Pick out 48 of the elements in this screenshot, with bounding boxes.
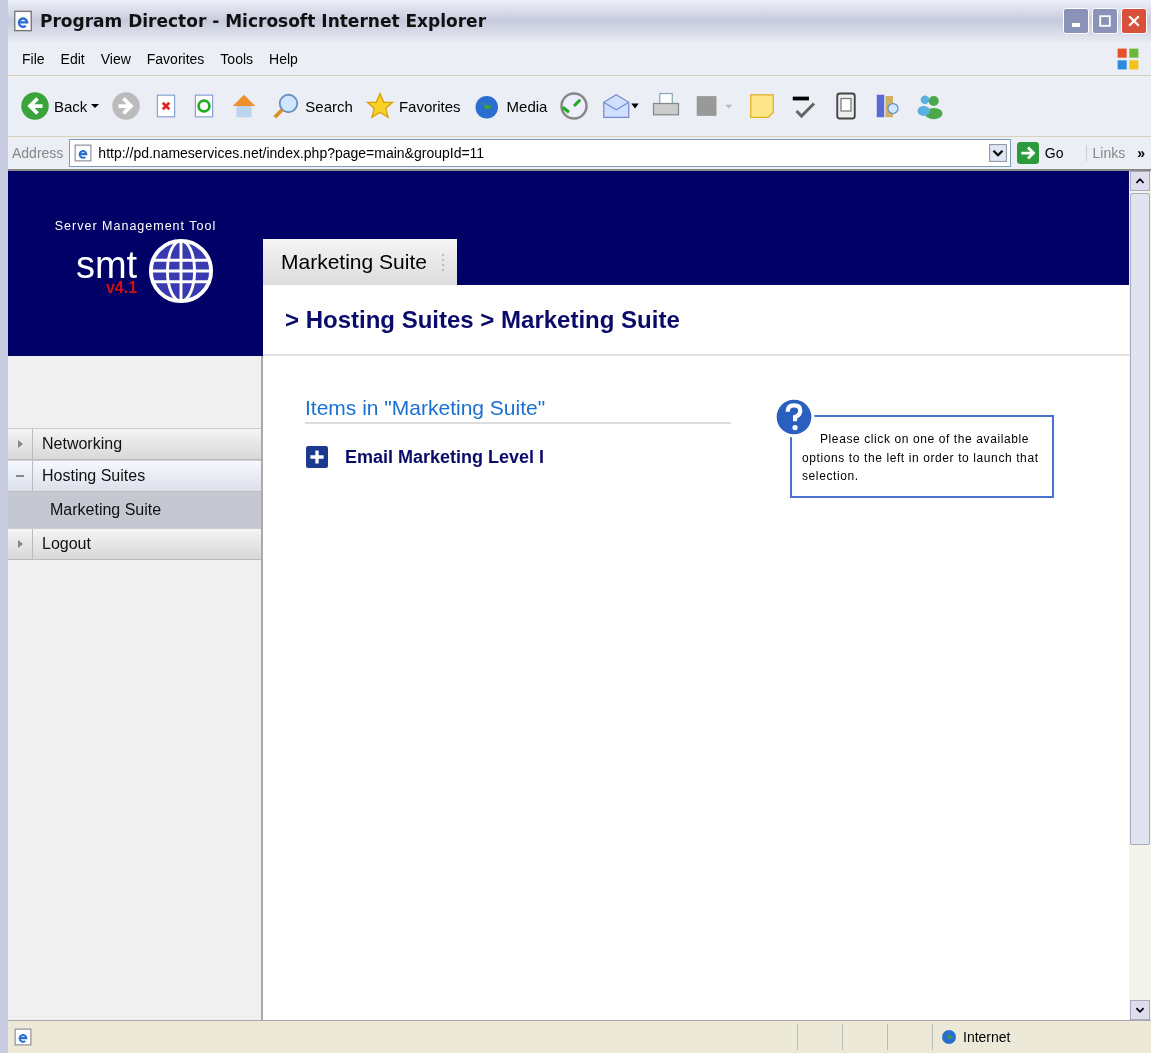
- menu-item[interactable]: Tools: [212, 50, 262, 67]
- item-link[interactable]: Email Marketing Level I: [345, 446, 545, 468]
- sidebar-item[interactable]: Hosting Suites: [8, 460, 261, 492]
- maximize-icon: [1099, 15, 1111, 27]
- items-heading: Items in "Marketing Suite": [305, 396, 731, 424]
- back-button[interactable]: Back: [16, 89, 104, 123]
- page-icon: [74, 144, 93, 162]
- sidebar-item[interactable]: Networking: [8, 428, 261, 460]
- minimize-icon: [1072, 23, 1080, 27]
- globe-icon: [147, 237, 216, 305]
- zone-label: Internet: [963, 1029, 1011, 1045]
- media-button[interactable]: Media: [468, 89, 552, 123]
- close-icon: [1128, 15, 1140, 27]
- expand-icon: [16, 440, 24, 448]
- minimize-button[interactable]: [1063, 8, 1089, 34]
- page-icon: [14, 1028, 32, 1046]
- maximize-button[interactable]: [1092, 8, 1118, 34]
- scroll-down-icon[interactable]: [1130, 1000, 1150, 1020]
- sidebar-item[interactable]: Logout: [8, 528, 261, 560]
- breadcrumb: > Hosting Suites > Marketing Suite: [263, 285, 1129, 356]
- help-icon: [773, 396, 815, 438]
- help-text: Please click on one of the available options to the left in order to launch that selection.: [802, 431, 1040, 485]
- expand-icon: [16, 540, 24, 548]
- collapse-icon: [16, 472, 24, 480]
- favorites-button[interactable]: Favorites: [360, 89, 465, 123]
- address-label: Address: [12, 145, 64, 161]
- chevron-button[interactable]: »: [1137, 145, 1151, 161]
- dropdown-arrow-icon[interactable]: [91, 102, 100, 110]
- menu-item[interactable]: Favorites: [138, 50, 213, 67]
- search-button[interactable]: Search: [267, 89, 357, 123]
- logo-subtitle: Server Management Tool: [54, 219, 217, 233]
- menu-item[interactable]: View: [92, 50, 139, 67]
- page-icon: [12, 10, 34, 32]
- address-field[interactable]: http://pd.nameservices.net/index.php?page=main&groupId=11: [69, 139, 1011, 167]
- sidebar-subitem[interactable]: Marketing Suite: [8, 492, 261, 528]
- menu-item[interactable]: File: [14, 50, 53, 67]
- menu-item[interactable]: Help: [261, 50, 306, 67]
- plus-icon[interactable]: [305, 446, 329, 468]
- go-button[interactable]: Go: [1016, 142, 1080, 164]
- scrollbar[interactable]: [1129, 171, 1151, 1020]
- window-title: Program Director - Microsoft Internet Explorer: [40, 11, 487, 31]
- menu-item[interactable]: Edit: [52, 50, 93, 67]
- section-tab[interactable]: Marketing Suite: [263, 239, 457, 285]
- close-button[interactable]: [1121, 8, 1147, 34]
- star-icon: [364, 91, 395, 121]
- grip-icon: [440, 252, 445, 272]
- scroll-up-icon[interactable]: [1130, 171, 1150, 191]
- globe-icon: [941, 1029, 957, 1045]
